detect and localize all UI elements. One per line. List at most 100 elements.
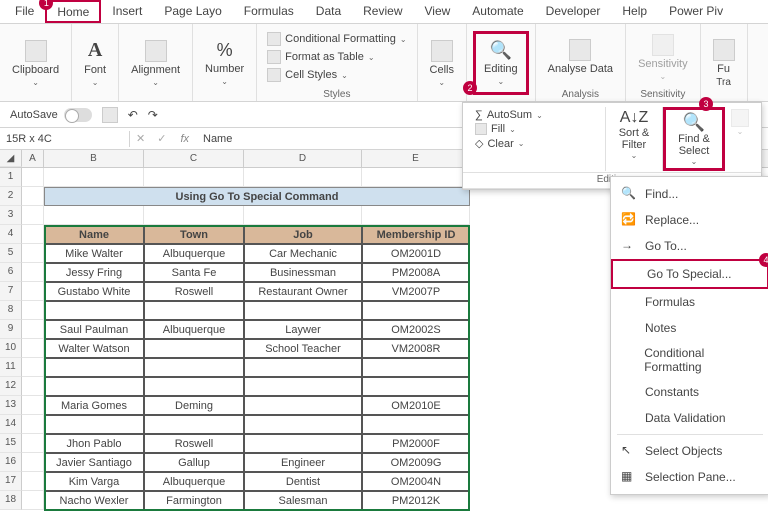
cell-b17[interactable]: Kim Varga: [44, 472, 144, 491]
cell-e17[interactable]: OM2004N: [362, 472, 470, 491]
cell-c16[interactable]: Gallup: [144, 453, 244, 472]
cell-a1[interactable]: [22, 168, 44, 187]
cell-styles-button[interactable]: Cell Styles⌄: [263, 67, 410, 83]
tab-view[interactable]: View: [414, 0, 462, 23]
cell-a7[interactable]: [22, 282, 44, 301]
cell-e3[interactable]: [362, 206, 470, 225]
cell-e18[interactable]: PM2012K: [362, 491, 470, 510]
cell-a16[interactable]: [22, 453, 44, 472]
find-select-button[interactable]: 🔍 Find & Select⌄: [663, 107, 725, 171]
cell-c8[interactable]: [144, 301, 244, 320]
cell-d17[interactable]: Dentist: [244, 472, 362, 491]
cell-a5[interactable]: [22, 244, 44, 263]
cell-d3[interactable]: [244, 206, 362, 225]
cell-b7[interactable]: Gustabo White: [44, 282, 144, 301]
cell-c15[interactable]: Roswell: [144, 434, 244, 453]
tab-insert[interactable]: Insert: [101, 0, 153, 23]
undo-icon[interactable]: ↶: [128, 108, 138, 122]
cell-d12[interactable]: [244, 377, 362, 396]
row-header-13[interactable]: 13: [0, 396, 22, 415]
save-icon[interactable]: [102, 107, 118, 123]
header-membership[interactable]: Membership ID: [362, 225, 470, 244]
cell-e7[interactable]: VM2007P: [362, 282, 470, 301]
cell-a15[interactable]: [22, 434, 44, 453]
menu-formulas[interactable]: Formulas: [611, 289, 768, 315]
col-e[interactable]: E: [362, 150, 470, 167]
row-header-5[interactable]: 5: [0, 244, 22, 263]
row-header-15[interactable]: 15: [0, 434, 22, 453]
cell-d18[interactable]: Salesman: [244, 491, 362, 510]
cell-e1[interactable]: [362, 168, 470, 187]
row-header-6[interactable]: 6: [0, 263, 22, 282]
cell-b15[interactable]: Jhon Pablo: [44, 434, 144, 453]
cell-b18[interactable]: Nacho Wexler: [44, 491, 144, 510]
cell-e14[interactable]: [362, 415, 470, 434]
row-header-1[interactable]: 1: [0, 168, 22, 187]
cell-b1[interactable]: [44, 168, 144, 187]
name-box[interactable]: 15R x 4C: [0, 131, 130, 147]
redo-icon[interactable]: ↷: [148, 108, 158, 122]
menu-find[interactable]: 🔍Find...: [611, 181, 768, 207]
fx-icon[interactable]: fx: [172, 133, 197, 145]
tab-formulas[interactable]: Formulas: [233, 0, 305, 23]
cell-c10[interactable]: [144, 339, 244, 358]
cell-d8[interactable]: [244, 301, 362, 320]
cell-e8[interactable]: [362, 301, 470, 320]
menu-constants[interactable]: Constants: [611, 379, 768, 405]
cell-b11[interactable]: [44, 358, 144, 377]
cell-d5[interactable]: Car Mechanic: [244, 244, 362, 263]
cell-b8[interactable]: [44, 301, 144, 320]
select-all-corner[interactable]: ◢: [0, 150, 22, 167]
cell-a9[interactable]: [22, 320, 44, 339]
header-name[interactable]: Name: [44, 225, 144, 244]
row-header-16[interactable]: 16: [0, 453, 22, 472]
tab-data[interactable]: Data: [305, 0, 352, 23]
cell-a2[interactable]: [22, 187, 44, 206]
cell-c18[interactable]: Farmington: [144, 491, 244, 510]
cell-b14[interactable]: [44, 415, 144, 434]
cell-d10[interactable]: School Teacher: [244, 339, 362, 358]
cell-c12[interactable]: [144, 377, 244, 396]
row-header-11[interactable]: 11: [0, 358, 22, 377]
cell-c11[interactable]: [144, 358, 244, 377]
cell-d7[interactable]: Restaurant Owner: [244, 282, 362, 301]
cell-c9[interactable]: Albuquerque: [144, 320, 244, 339]
col-b[interactable]: B: [44, 150, 144, 167]
overflow-button-2[interactable]: ⌄: [725, 107, 755, 171]
cell-d15[interactable]: [244, 434, 362, 453]
cell-b5[interactable]: Mike Walter: [44, 244, 144, 263]
row-header-12[interactable]: 12: [0, 377, 22, 396]
col-d[interactable]: D: [244, 150, 362, 167]
row-header-10[interactable]: 10: [0, 339, 22, 358]
row-header-8[interactable]: 8: [0, 301, 22, 320]
header-town[interactable]: Town: [144, 225, 244, 244]
cell-e15[interactable]: PM2000F: [362, 434, 470, 453]
cell-c1[interactable]: [144, 168, 244, 187]
cell-c17[interactable]: Albuquerque: [144, 472, 244, 491]
menu-select-objects[interactable]: ↖Select Objects: [611, 438, 768, 464]
row-header-9[interactable]: 9: [0, 320, 22, 339]
alignment-button[interactable]: Alignment⌄: [125, 36, 186, 91]
cell-e9[interactable]: OM2002S: [362, 320, 470, 339]
cell-c14[interactable]: [144, 415, 244, 434]
cell-e5[interactable]: OM2001D: [362, 244, 470, 263]
cells-button[interactable]: Cells⌄: [424, 36, 460, 91]
cell-c5[interactable]: Albuquerque: [144, 244, 244, 263]
cell-b10[interactable]: Walter Watson: [44, 339, 144, 358]
cell-a8[interactable]: [22, 301, 44, 320]
cell-b16[interactable]: Javier Santiago: [44, 453, 144, 472]
cell-d11[interactable]: [244, 358, 362, 377]
tab-home[interactable]: Home 1: [45, 0, 101, 23]
cell-b3[interactable]: [44, 206, 144, 225]
header-job[interactable]: Job: [244, 225, 362, 244]
fx-enter-icon[interactable]: ✓: [151, 132, 172, 145]
analyse-data-button[interactable]: Analyse Data: [542, 35, 619, 79]
row-header-14[interactable]: 14: [0, 415, 22, 434]
cell-a13[interactable]: [22, 396, 44, 415]
menu-goto[interactable]: →Go To...: [611, 233, 768, 259]
sensitivity-button[interactable]: Sensitivity⌄: [632, 30, 694, 85]
cell-b6[interactable]: Jessy Fring: [44, 263, 144, 282]
col-a[interactable]: A: [22, 150, 44, 167]
menu-notes[interactable]: Notes: [611, 315, 768, 341]
cell-a4[interactable]: [22, 225, 44, 244]
